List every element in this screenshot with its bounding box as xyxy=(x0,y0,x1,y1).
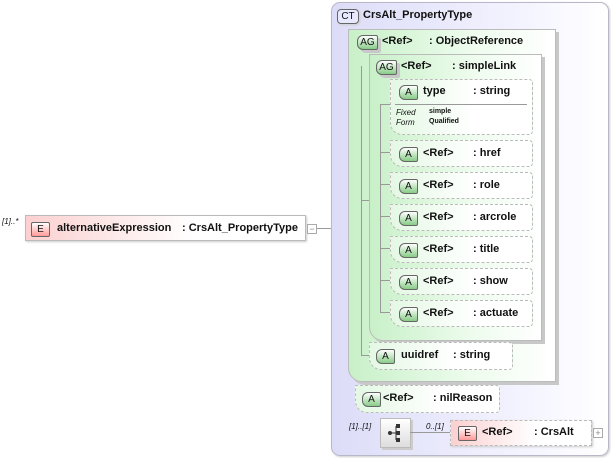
expand-button[interactable]: + xyxy=(593,428,603,438)
attribute-type: : show xyxy=(473,275,508,287)
attribute-type: : string xyxy=(473,85,511,97)
complex-type-badge: CT xyxy=(337,9,359,24)
type-attribute: A type : string Fixed simple Form Qualif… xyxy=(390,79,533,135)
divider xyxy=(395,104,527,105)
connector xyxy=(380,216,390,217)
attribute-type: : arcrole xyxy=(473,211,517,223)
crsalt-element[interactable]: E <Ref> : CrsAlt xyxy=(450,420,592,446)
connector xyxy=(380,152,390,153)
attribute-name: <Ref> xyxy=(423,275,454,287)
link-attribute: A <Ref> : role xyxy=(390,172,533,199)
attribute-name: <Ref> xyxy=(423,179,454,191)
attribute-type: : role xyxy=(473,179,500,191)
connector xyxy=(380,104,390,105)
connector xyxy=(380,248,390,249)
attribute-badge: A xyxy=(399,85,418,100)
attribute-group-badge: AG xyxy=(357,35,378,50)
connector xyxy=(361,355,369,356)
form-label: Form xyxy=(396,118,415,127)
attribute-badge: A xyxy=(399,243,418,258)
uuidref-attribute: A uuidref : string xyxy=(369,342,513,370)
nil-reason-attribute: A <Ref> : nilReason xyxy=(355,385,500,413)
attribute-group-badge: AG xyxy=(376,60,397,75)
attribute-name: <Ref> xyxy=(423,211,454,223)
element-cardinality: [1]..* xyxy=(2,217,19,226)
attribute-badge: A xyxy=(399,147,418,162)
crsalt-cardinality: 0..[1] xyxy=(426,422,444,431)
link-attribute: A <Ref> : arcrole xyxy=(390,204,533,231)
attribute-badge: A xyxy=(399,307,418,322)
complex-type-name: CrsAlt_PropertyType xyxy=(363,9,473,21)
attribute-type: : actuate xyxy=(473,307,519,319)
link-attribute: A <Ref> : show xyxy=(390,268,533,295)
sequence-icon xyxy=(388,424,400,442)
fixed-label: Fixed xyxy=(396,108,416,117)
attribute-badge: A xyxy=(399,211,418,226)
attribute-badge: A xyxy=(399,275,418,290)
element-badge: E xyxy=(31,222,50,237)
element-type: : CrsAlt xyxy=(534,426,574,438)
attribute-type: : string xyxy=(453,349,491,361)
group-type: : simpleLink xyxy=(452,60,517,72)
sequence-cardinality: [1]..[1] xyxy=(349,422,372,431)
group-name: <Ref> xyxy=(401,60,432,72)
attribute-name: <Ref> xyxy=(383,392,414,404)
attribute-name: <Ref> xyxy=(423,147,454,159)
connector xyxy=(361,200,369,201)
attribute-type: : title xyxy=(473,243,500,255)
connector xyxy=(361,66,362,355)
connector xyxy=(410,432,450,433)
attribute-name: <Ref> xyxy=(423,307,454,319)
element-type: : CrsAlt_PropertyType xyxy=(182,222,298,234)
connector xyxy=(380,280,390,281)
connector xyxy=(380,184,390,185)
group-name: <Ref> xyxy=(382,35,413,47)
attribute-type: : href xyxy=(473,147,501,159)
attribute-type: : nilReason xyxy=(433,392,493,404)
link-attribute: A <Ref> : title xyxy=(390,236,533,263)
element-name: alternativeExpression xyxy=(57,222,172,234)
attribute-name: <Ref> xyxy=(423,243,454,255)
form-value: Qualified xyxy=(429,118,459,125)
sequence-icon[interactable] xyxy=(380,418,411,448)
element-badge: E xyxy=(458,426,477,441)
alternative-expression-element[interactable]: E alternativeExpression : CrsAlt_Propert… xyxy=(25,215,306,241)
attribute-name: uuidref xyxy=(401,349,439,361)
attribute-badge: A xyxy=(376,349,395,364)
connector xyxy=(380,312,390,313)
link-attribute: A <Ref> : actuate xyxy=(390,300,533,327)
attribute-name: type xyxy=(423,85,446,97)
link-attribute: A <Ref> : href xyxy=(390,140,533,167)
attribute-badge: A xyxy=(362,392,381,407)
group-type: : ObjectReference xyxy=(429,35,524,47)
fixed-value: simple xyxy=(429,108,452,115)
attribute-badge: A xyxy=(399,179,418,194)
collapse-button[interactable]: − xyxy=(307,224,317,234)
element-name: <Ref> xyxy=(482,426,513,438)
